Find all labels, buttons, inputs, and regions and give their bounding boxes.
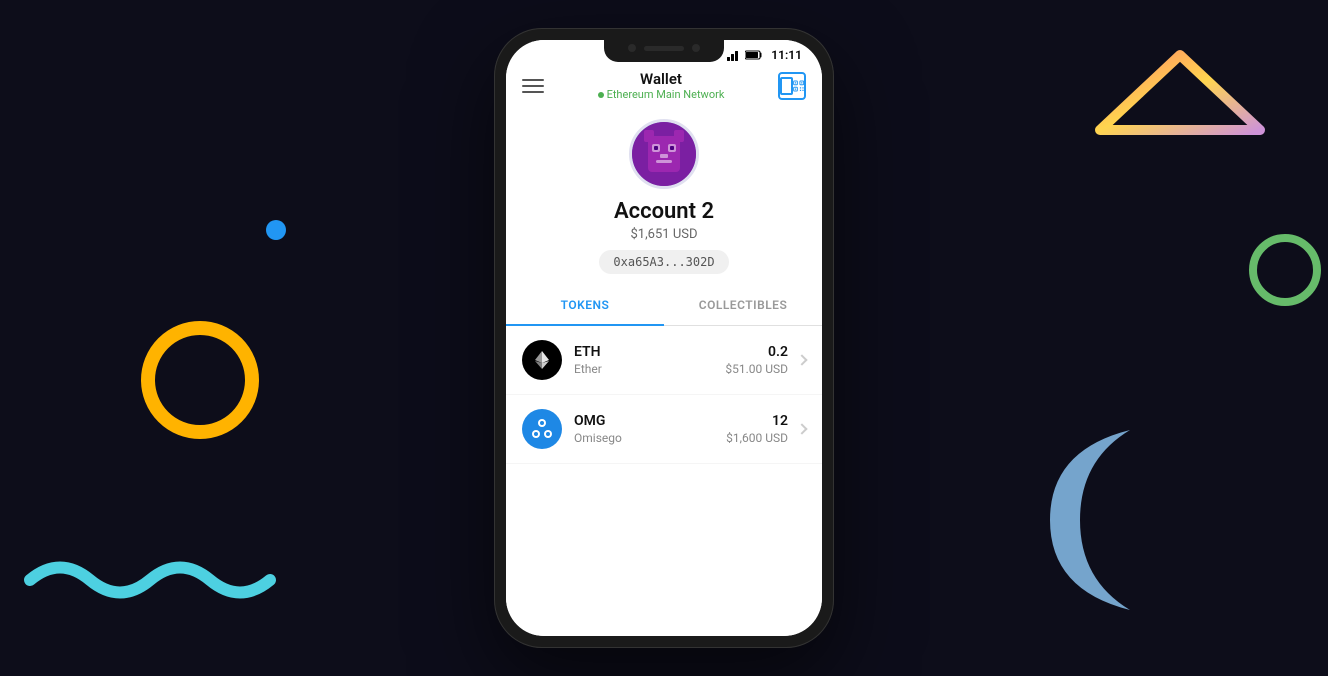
app-header: Wallet Ethereum Main Network (506, 66, 822, 111)
eth-balance: 0.2 (725, 344, 788, 360)
wifi-icon (709, 50, 723, 60)
status-time: 11:11 (771, 48, 802, 62)
battery-icon (745, 50, 763, 60)
network-indicator: Ethereum Main Network (598, 88, 725, 101)
eth-token-info: ETH Ether (574, 344, 725, 376)
phone-outer: 11:11 Wallet Ethereum Main Network (494, 28, 834, 648)
account-avatar[interactable] (629, 119, 699, 189)
omg-usd: $1,600 USD (726, 431, 788, 445)
tab-tokens[interactable]: TOKENS (506, 286, 664, 326)
signal-icon (727, 49, 741, 61)
token-list: ETH Ether 0.2 $51.00 USD (506, 326, 822, 636)
account-balance: $1,651 USD (631, 227, 698, 242)
account-name: Account 2 (614, 199, 714, 224)
omg-name: Omisego (574, 431, 726, 445)
status-icons: 11:11 (709, 48, 802, 62)
account-address[interactable]: 0xa65A3...302D (599, 250, 728, 274)
omg-amount: 12 $1,600 USD (726, 413, 788, 445)
tab-collectibles[interactable]: COLLECTIBLES (664, 286, 822, 325)
network-dot (598, 92, 604, 98)
hamburger-button[interactable] (522, 79, 544, 93)
omg-token-info: OMG Omisego (574, 413, 726, 445)
wallet-title: Wallet (598, 70, 725, 88)
phone-mockup: 11:11 Wallet Ethereum Main Network (494, 28, 834, 648)
token-item-omg[interactable]: OMG Omisego 12 $1,600 USD (506, 395, 822, 464)
eth-usd: $51.00 USD (725, 362, 788, 376)
omg-balance: 12 (726, 413, 788, 429)
eth-chevron-icon (796, 354, 807, 365)
eth-name: Ether (574, 362, 725, 376)
qr-scan-button[interactable] (778, 72, 806, 100)
account-section: Account 2 $1,651 USD 0xa65A3...302D (506, 111, 822, 286)
phone-screen: 11:11 Wallet Ethereum Main Network (506, 40, 822, 636)
omg-symbol: OMG (574, 413, 726, 429)
token-item-eth[interactable]: ETH Ether 0.2 $51.00 USD (506, 326, 822, 395)
eth-amount: 0.2 $51.00 USD (725, 344, 788, 376)
eth-symbol: ETH (574, 344, 725, 360)
header-center: Wallet Ethereum Main Network (598, 70, 725, 101)
tabs-container: TOKENS COLLECTIBLES (506, 286, 822, 326)
network-label: Ethereum Main Network (607, 88, 725, 101)
eth-icon (522, 340, 562, 380)
omg-icon (522, 409, 562, 449)
omg-chevron-icon (796, 423, 807, 434)
